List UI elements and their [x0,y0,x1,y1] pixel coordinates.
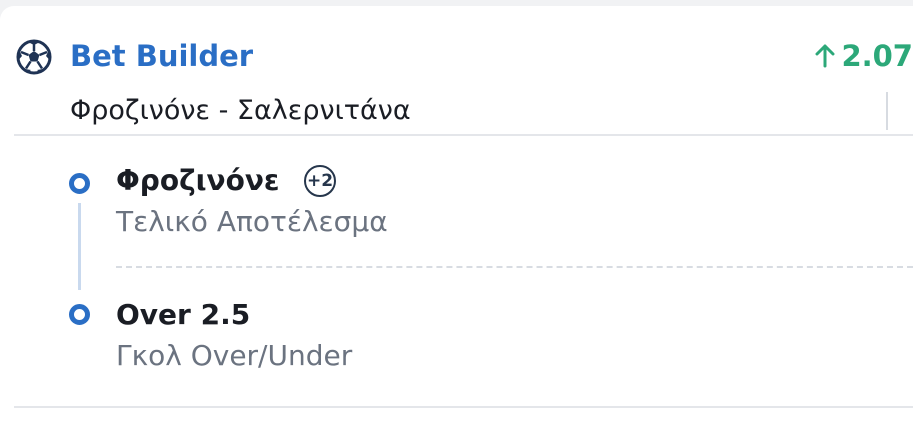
more-selections-badge[interactable]: +2 [304,165,336,197]
odds-number: 2.07 [841,39,913,73]
bet-builder-title: Bet Builder [70,39,254,73]
match-name: Φροζινόνε - Σαλερνιτάνα [70,95,411,126]
selection-market: Γκολ Over/Under [116,339,353,372]
soccer-ball-icon [16,39,52,75]
selection-name: Φροζινόνε [116,164,280,197]
selection-market: Τελικό Αποτέλεσμα [116,205,388,238]
arrow-up-icon [815,44,835,68]
selection-connector-line [78,203,81,290]
footer-separator [14,406,913,408]
selection-name: Over 2.5 [116,298,251,331]
odds-value[interactable]: 2.07 [815,36,913,76]
selection-dot [69,304,90,325]
header-divider [886,92,888,130]
selection-dot [69,173,90,194]
selection-dashed-divider [116,266,913,268]
header-separator [14,134,913,136]
